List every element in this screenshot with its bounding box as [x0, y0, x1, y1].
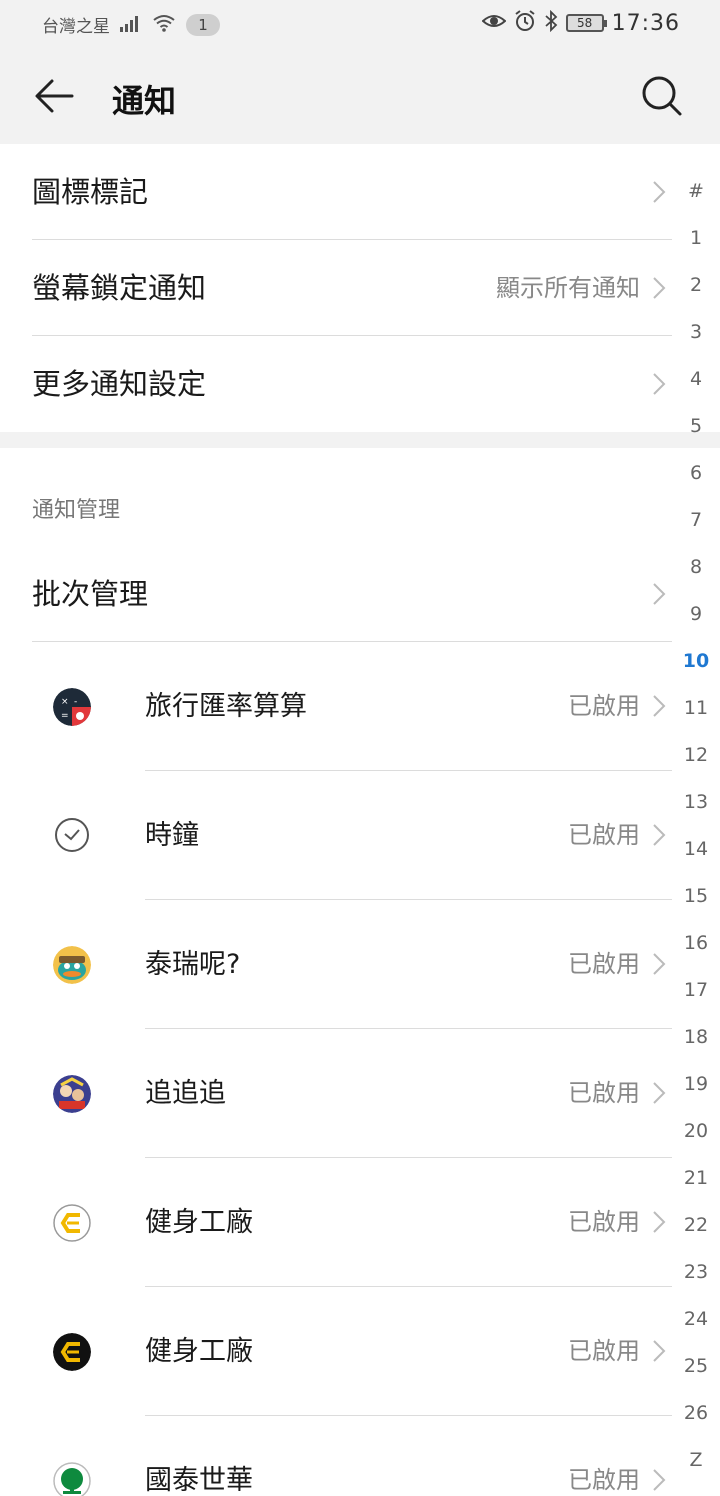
- more-notification-settings-row[interactable]: 更多通知設定: [0, 336, 672, 432]
- arrow-left-icon: [35, 79, 74, 113]
- back-button[interactable]: [32, 74, 76, 118]
- index-item[interactable]: 17: [672, 967, 720, 1014]
- notification-count-badge: 1: [186, 13, 220, 36]
- chevron-right-icon: [653, 1082, 666, 1104]
- app-name: 時鐘: [145, 820, 199, 851]
- index-item[interactable]: 6: [672, 450, 720, 497]
- row-label: 批次管理: [32, 577, 149, 611]
- search-button[interactable]: [638, 72, 686, 120]
- page-title: 通知: [112, 82, 177, 120]
- index-item[interactable]: 24: [672, 1296, 720, 1343]
- row-label: 更多通知設定: [32, 367, 207, 401]
- index-item[interactable]: 4: [672, 356, 720, 403]
- index-item[interactable]: 16: [672, 920, 720, 967]
- index-item[interactable]: 25: [672, 1343, 720, 1390]
- currency-calculator-icon: × - =: [53, 688, 91, 726]
- cathay-bank-icon: [53, 1462, 91, 1496]
- bluetooth-icon: [544, 9, 558, 36]
- index-item[interactable]: 2: [672, 262, 720, 309]
- index-item[interactable]: 19: [672, 1061, 720, 1108]
- index-item[interactable]: 18: [672, 1014, 720, 1061]
- index-item[interactable]: 13: [672, 779, 720, 826]
- app-status: 已啟用: [568, 1337, 640, 1365]
- fitness-factory-dark-icon: [53, 1333, 91, 1371]
- index-item[interactable]: 5: [672, 403, 720, 450]
- signal-icon: [120, 14, 142, 36]
- app-row-currency-calculator[interactable]: × - = 旅行匯率算算 已啟用: [0, 642, 672, 771]
- index-item[interactable]: 15: [672, 873, 720, 920]
- index-item[interactable]: 12: [672, 732, 720, 779]
- settings-section: 圖標標記 螢幕鎖定通知 顯示所有通知 更多通知設定: [0, 144, 720, 432]
- search-icon: [642, 76, 682, 116]
- chevron-right-icon: [653, 277, 666, 299]
- app-row-chase-game[interactable]: 追追追 已啟用: [0, 1029, 672, 1158]
- app-row-cathay-bank[interactable]: 國泰世華 已啟用: [0, 1416, 672, 1496]
- app-status: 已啟用: [568, 1208, 640, 1236]
- app-name: 追追追: [145, 1078, 226, 1109]
- app-name: 健身工廠: [145, 1207, 253, 1238]
- index-item[interactable]: 26: [672, 1390, 720, 1437]
- chevron-right-icon: [653, 1211, 666, 1233]
- app-name: 泰瑞呢?: [145, 949, 241, 980]
- index-item[interactable]: 1: [672, 215, 720, 262]
- svg-text:=: =: [61, 711, 69, 721]
- chevron-right-icon: [653, 583, 666, 605]
- carrier-name: 台灣之星: [42, 17, 110, 37]
- app-row-fitness-factory-dark[interactable]: 健身工廠 已啟用: [0, 1287, 672, 1416]
- index-item[interactable]: 7: [672, 497, 720, 544]
- section-header: 通知管理: [32, 498, 121, 523]
- app-bar: 通知: [0, 50, 720, 144]
- app-status: 已啟用: [568, 692, 640, 720]
- index-item[interactable]: 8: [672, 544, 720, 591]
- app-status: 已啟用: [568, 1079, 640, 1107]
- app-status: 已啟用: [568, 950, 640, 978]
- app-row-platypus-game[interactable]: 泰瑞呢? 已啟用: [0, 900, 672, 1029]
- index-item[interactable]: #: [672, 168, 720, 215]
- app-name: 國泰世華: [145, 1465, 253, 1496]
- index-item[interactable]: 23: [672, 1249, 720, 1296]
- svg-text:×: ×: [61, 697, 69, 707]
- index-item[interactable]: 20: [672, 1108, 720, 1155]
- app-row-clock[interactable]: 時鐘 已啟用: [0, 771, 672, 900]
- chase-game-icon: [53, 1075, 91, 1113]
- icon-badges-row[interactable]: 圖標標記: [0, 144, 672, 240]
- svg-text:-: -: [74, 697, 77, 707]
- index-item[interactable]: 9: [672, 591, 720, 638]
- row-label: 螢幕鎖定通知: [32, 271, 207, 305]
- lock-screen-notifications-row[interactable]: 螢幕鎖定通知 顯示所有通知: [0, 240, 672, 336]
- chevron-right-icon: [653, 695, 666, 717]
- chevron-right-icon: [653, 373, 666, 395]
- row-value: 顯示所有通知: [496, 274, 640, 302]
- wifi-icon: [152, 14, 176, 36]
- platypus-game-icon: [53, 946, 91, 984]
- notification-management-section: 通知管理 批次管理 × - = 旅行匯率算算 已啟用 時鐘 已啟用 泰瑞呢? 已…: [0, 448, 720, 1496]
- chevron-right-icon: [653, 1340, 666, 1362]
- fitness-factory-icon: [53, 1204, 91, 1242]
- chevron-right-icon: [653, 953, 666, 975]
- index-item[interactable]: 14: [672, 826, 720, 873]
- battery-icon: 58: [565, 14, 607, 32]
- clock-time: 17:36: [611, 10, 680, 36]
- index-item[interactable]: 3: [672, 309, 720, 356]
- chevron-right-icon: [653, 181, 666, 203]
- alarm-icon: [514, 10, 536, 36]
- index-scrollbar[interactable]: #1 2 3 4 5 6 7 8 9 10 11 12 13 14 15 16 17 18 19 20 21 22 23 24…: [672, 168, 720, 1484]
- app-name: 健身工廠: [145, 1336, 253, 1367]
- index-item[interactable]: 10: [672, 638, 720, 685]
- index-item[interactable]: 11: [672, 685, 720, 732]
- app-status: 已啟用: [568, 1466, 640, 1494]
- index-item[interactable]: 22: [672, 1202, 720, 1249]
- chevron-right-icon: [653, 1469, 666, 1491]
- index-item[interactable]: Z: [672, 1437, 720, 1484]
- app-status: 已啟用: [568, 821, 640, 849]
- batch-management-row[interactable]: 批次管理: [0, 546, 672, 642]
- index-item[interactable]: 21: [672, 1155, 720, 1202]
- eye-icon: [481, 12, 507, 34]
- row-label: 圖標標記: [32, 175, 149, 209]
- clock-icon: [53, 817, 91, 855]
- status-bar: 台灣之星 1 58 17:36: [0, 0, 720, 50]
- chevron-right-icon: [653, 824, 666, 846]
- app-name: 旅行匯率算算: [145, 691, 307, 722]
- app-row-fitness-factory[interactable]: 健身工廠 已啟用: [0, 1158, 672, 1287]
